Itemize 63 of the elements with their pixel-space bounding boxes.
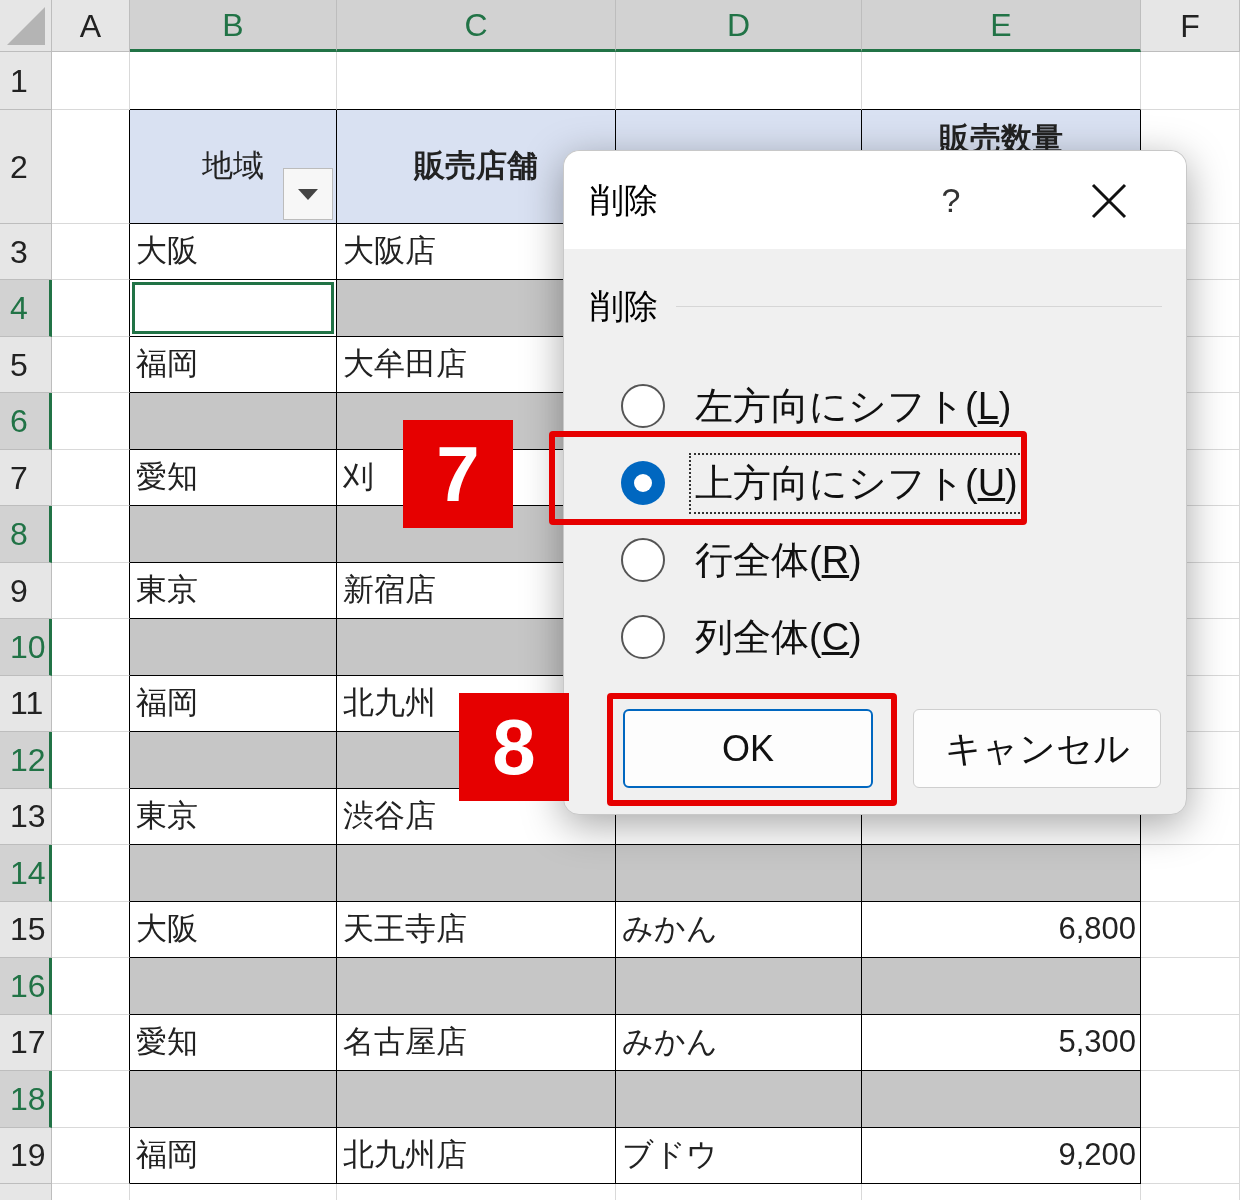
- step-badge: 7: [403, 420, 513, 528]
- row-header[interactable]: 9: [0, 562, 52, 620]
- option-label[interactable]: 左方向にシフト(L): [689, 375, 1018, 437]
- column-header[interactable]: F: [1141, 0, 1240, 52]
- grid-cell: 名古屋店: [337, 1014, 616, 1072]
- grid-cell: 愛知: [130, 449, 337, 507]
- grid-cell: みかん: [616, 1014, 862, 1072]
- step-badge: 8: [459, 693, 569, 801]
- row-header[interactable]: 11: [0, 675, 52, 733]
- group-label: 削除: [590, 286, 658, 327]
- grid-cell: 福岡: [130, 675, 337, 733]
- radio-button[interactable]: [621, 384, 665, 428]
- column-header[interactable]: A: [52, 0, 130, 52]
- grid-cell: 9,200: [862, 1127, 1141, 1184]
- row-header[interactable]: 2: [0, 110, 52, 224]
- grid-cell: ブドウ: [616, 1127, 862, 1184]
- column-header[interactable]: D: [616, 0, 862, 52]
- grid-cell: 東京: [130, 788, 337, 846]
- row-header[interactable]: 13: [0, 788, 52, 846]
- row-header[interactable]: 18: [0, 1071, 52, 1128]
- radio-button[interactable]: [621, 538, 665, 582]
- row-header[interactable]: 4: [0, 280, 52, 337]
- row-header[interactable]: 19: [0, 1127, 52, 1184]
- row-header[interactable]: 5: [0, 336, 52, 394]
- column-header[interactable]: E: [862, 0, 1141, 52]
- row-header[interactable]: 17: [0, 1014, 52, 1072]
- row-header[interactable]: 8: [0, 506, 52, 563]
- filter-button[interactable]: [283, 168, 333, 220]
- row-header[interactable]: 3: [0, 224, 52, 281]
- close-icon: [1091, 183, 1127, 219]
- row-header[interactable]: 15: [0, 901, 52, 959]
- option-label[interactable]: 列全体(C): [689, 606, 868, 668]
- select-all-icon: [7, 7, 45, 45]
- radio-button[interactable]: [621, 461, 665, 505]
- grid-cell: 福岡: [130, 336, 337, 394]
- column-heading: 販売店舗: [414, 147, 538, 186]
- grid-cell: 愛知: [130, 1014, 337, 1072]
- column-header[interactable]: C: [337, 0, 616, 52]
- dialog-button[interactable]: OK: [623, 709, 873, 788]
- row-header[interactable]: 14: [0, 845, 52, 902]
- grid-cell: 大阪: [130, 224, 337, 281]
- grid-cell: みかん: [616, 901, 862, 959]
- grid-cell: 天王寺店: [337, 901, 616, 959]
- grid-cell: 5,300: [862, 1014, 1141, 1072]
- column-heading: 地域: [202, 147, 264, 186]
- grid-cell: 東京: [130, 562, 337, 620]
- row-header[interactable]: 16: [0, 958, 52, 1015]
- row-header[interactable]: 12: [0, 732, 52, 789]
- grid-cell: 大阪: [130, 901, 337, 959]
- option-label[interactable]: 行全体(R): [689, 529, 868, 591]
- row-header[interactable]: 1: [0, 52, 52, 110]
- dialog-button[interactable]: キャンセル: [913, 709, 1161, 788]
- grid-cell: 北九州店: [337, 1127, 616, 1184]
- caret-icon: [298, 188, 318, 200]
- column-header[interactable]: B: [130, 0, 337, 52]
- help-button[interactable]: ?: [936, 175, 966, 225]
- grid-cell: 福岡: [130, 1127, 337, 1184]
- grid-cell: 6,800: [862, 901, 1141, 959]
- row-header[interactable]: 10: [0, 619, 52, 676]
- row-header[interactable]: 6: [0, 393, 52, 450]
- radio-button[interactable]: [621, 615, 665, 659]
- row-header[interactable]: 7: [0, 449, 52, 507]
- dialog-title: 削除: [590, 179, 658, 221]
